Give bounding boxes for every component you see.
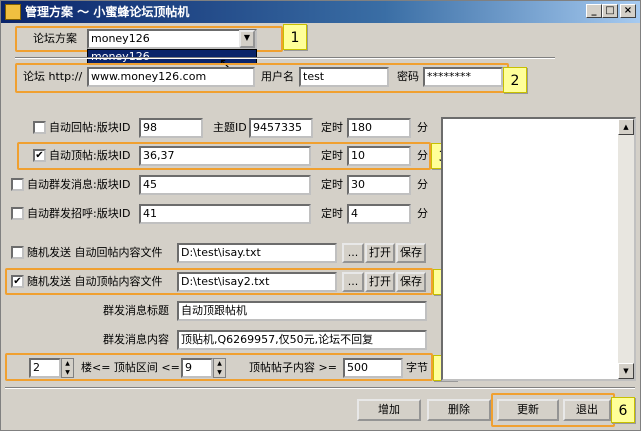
auto-greet-checkbox[interactable] xyxy=(11,207,24,220)
badge-2: 2 xyxy=(503,67,527,93)
maximize-button[interactable]: □ xyxy=(602,4,618,18)
msg-content-input[interactable]: 顶贴机,Q6269957,仅50元,论坛不回复 xyxy=(177,330,427,350)
auto-reply-board-input[interactable]: 98 xyxy=(139,118,203,138)
badge-6: 6 xyxy=(611,397,635,423)
add-button[interactable]: 增加 xyxy=(357,399,421,421)
spin-up-icon[interactable]: ▲ xyxy=(62,359,73,368)
vertical-scrollbar[interactable]: ▲ ▼ xyxy=(618,119,634,379)
spin-down-icon[interactable]: ▼ xyxy=(62,368,73,377)
scheme-select[interactable]: money126 xyxy=(87,29,257,49)
auto-msg-label: 自动群发消息:版块ID xyxy=(27,178,131,191)
badge-1: 1 xyxy=(283,24,307,50)
auto-reply-checkbox[interactable] xyxy=(33,121,46,134)
auto-top-timer-label: 定时 xyxy=(321,149,343,162)
range-to-spinner[interactable]: ▲ ▼ xyxy=(213,358,226,378)
range-mid-label: 楼<= 顶帖区间 <= xyxy=(81,361,180,374)
content-min-label: 顶帖帖子内容 >= xyxy=(249,361,337,374)
reply-file-checkbox[interactable] xyxy=(11,246,24,259)
scroll-down-icon[interactable]: ▼ xyxy=(618,363,634,379)
spin-down-icon[interactable]: ▼ xyxy=(214,368,225,377)
auto-top-unit: 分 xyxy=(417,149,428,162)
top-file-browse-button[interactable]: ... xyxy=(342,272,364,292)
msg-content-label: 群发消息内容 xyxy=(103,333,169,346)
exit-button[interactable]: 退出 xyxy=(563,399,611,421)
content-min-input[interactable]: 500 xyxy=(343,358,403,378)
auto-msg-board-input[interactable]: 45 xyxy=(139,175,311,195)
auto-greet-timer-label: 定时 xyxy=(321,207,343,220)
auto-reply-timer-label: 定时 xyxy=(321,121,343,134)
top-file-open-button[interactable]: 打开 xyxy=(365,272,395,292)
reply-file-open-button[interactable]: 打开 xyxy=(365,243,395,263)
bottom-separator xyxy=(5,387,635,389)
auto-top-timer-input[interactable]: 10 xyxy=(347,146,411,166)
title-bar: 管理方案 ～ 小蜜蜂论坛顶帖机 _ □ × xyxy=(1,1,640,23)
auto-msg-timer-input[interactable]: 30 xyxy=(347,175,411,195)
reply-file-label: 随机发送 自动回帖内容文件 xyxy=(27,246,163,259)
delete-button[interactable]: 删除 xyxy=(427,399,491,421)
reply-file-save-button[interactable]: 保存 xyxy=(396,243,426,263)
auto-top-checkbox[interactable]: ✔ xyxy=(33,149,46,162)
close-button[interactable]: × xyxy=(620,4,636,18)
log-listbox[interactable]: ▲ ▼ xyxy=(441,117,636,381)
username-label: 用户名 xyxy=(261,70,294,83)
window-title: 管理方案 ～ 小蜜蜂论坛顶帖机 xyxy=(25,5,190,19)
forum-url-label: 论坛 http:// xyxy=(23,70,83,83)
update-button[interactable]: 更新 xyxy=(497,399,559,421)
auto-reply-timer-input[interactable]: 180 xyxy=(347,118,411,138)
auto-top-label: 自动顶帖:版块ID xyxy=(49,149,131,162)
forum-url-input[interactable]: www.money126.com xyxy=(87,67,255,87)
auto-greet-board-input[interactable]: 41 xyxy=(139,204,311,224)
topic-id-input[interactable]: 9457335 xyxy=(249,118,313,138)
scheme-selected: money126 xyxy=(91,32,150,45)
app-icon xyxy=(5,4,21,20)
msg-title-label: 群发消息标题 xyxy=(103,304,169,317)
top-file-path-input[interactable]: D:\test\isay2.txt xyxy=(177,272,337,292)
separator-line xyxy=(15,57,555,59)
top-file-label: 随机发送 自动顶帖内容文件 xyxy=(27,275,163,288)
top-file-checkbox[interactable]: ✔ xyxy=(11,275,24,288)
bytes-unit-label: 字节 xyxy=(406,361,428,374)
password-input[interactable]: ******** xyxy=(423,67,503,87)
auto-reply-label: 自动回帖:版块ID xyxy=(49,121,131,134)
range-from-input[interactable]: 2 xyxy=(29,358,61,378)
reply-file-browse-button[interactable]: ... xyxy=(342,243,364,263)
range-to-input[interactable]: 9 xyxy=(181,358,213,378)
topic-id-label: 主题ID xyxy=(213,121,247,134)
auto-msg-timer-label: 定时 xyxy=(321,178,343,191)
spin-up-icon[interactable]: ▲ xyxy=(214,359,225,368)
msg-title-input[interactable]: 自动顶跟帖机 xyxy=(177,301,427,321)
dropdown-arrow-icon[interactable]: ▼ xyxy=(239,30,255,48)
username-input[interactable]: test xyxy=(299,67,389,87)
top-file-save-button[interactable]: 保存 xyxy=(396,272,426,292)
auto-greet-label: 自动群发招呼:版块ID xyxy=(27,207,131,220)
scheme-label: 论坛方案 xyxy=(33,32,77,45)
password-label: 密码 xyxy=(397,70,419,83)
auto-msg-unit: 分 xyxy=(417,178,428,191)
range-from-spinner[interactable]: ▲ ▼ xyxy=(61,358,74,378)
main-window: 管理方案 ～ 小蜜蜂论坛顶帖机 _ □ × 论坛方案 money126 ▼ mo… xyxy=(0,0,641,431)
auto-msg-checkbox[interactable] xyxy=(11,178,24,191)
auto-greet-unit: 分 xyxy=(417,207,428,220)
auto-reply-unit: 分 xyxy=(417,121,428,134)
auto-greet-timer-input[interactable]: 4 xyxy=(347,204,411,224)
scroll-up-icon[interactable]: ▲ xyxy=(618,119,634,135)
reply-file-path-input[interactable]: D:\test\isay.txt xyxy=(177,243,337,263)
auto-top-board-input[interactable]: 36,37 xyxy=(139,146,311,166)
minimize-button[interactable]: _ xyxy=(586,4,602,18)
